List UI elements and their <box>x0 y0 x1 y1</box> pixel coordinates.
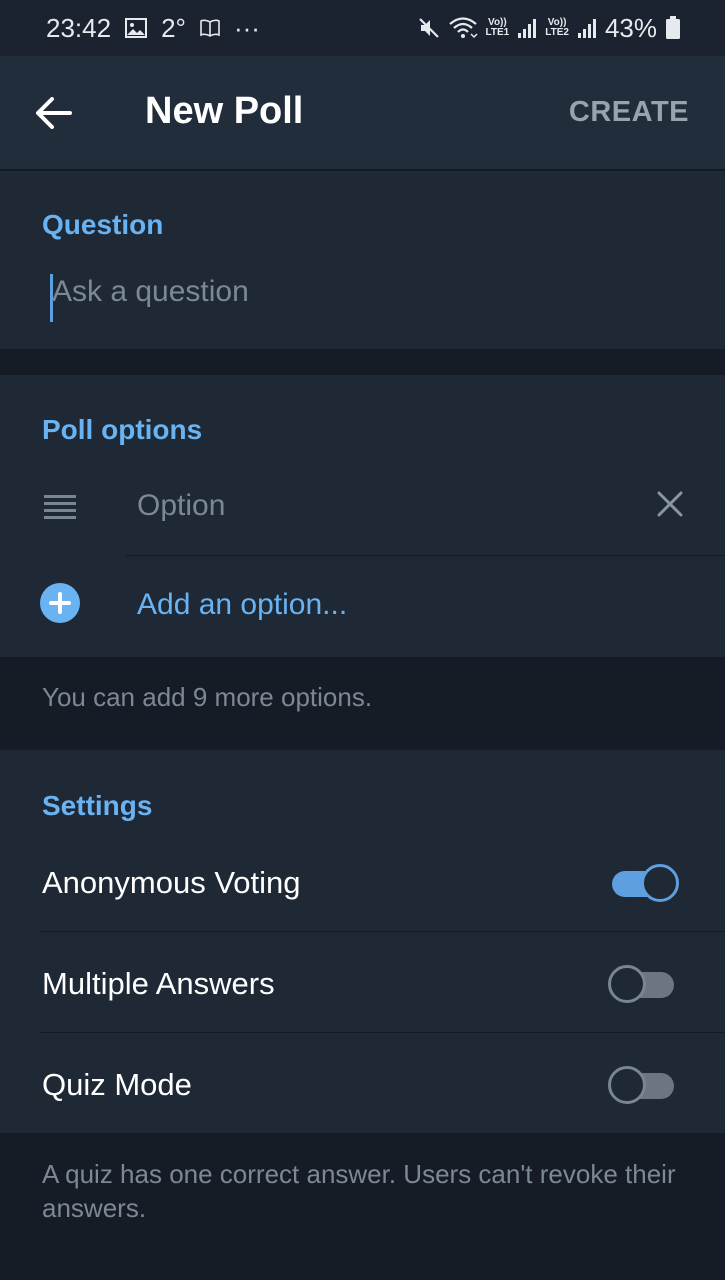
option-input[interactable]: Option <box>137 489 225 523</box>
add-option-button[interactable]: Add an option... <box>137 588 347 622</box>
page-title: New Poll <box>145 90 304 132</box>
more-indicator: ··· <box>233 12 260 43</box>
back-arrow-icon <box>36 97 72 129</box>
create-button[interactable]: CREATE <box>569 96 689 129</box>
settings-title: Settings <box>42 790 153 821</box>
close-icon <box>657 491 683 517</box>
network-1-bottom: LTE1 <box>485 27 510 38</box>
anonymous-voting-toggle[interactable] <box>608 864 679 902</box>
temperature: 2° <box>161 12 186 43</box>
book-icon <box>200 19 220 37</box>
back-button[interactable] <box>22 81 86 145</box>
status-right: Vo)) LTE1 Vo)) LTE2 43% <box>418 13 681 44</box>
drag-handle-icon[interactable] <box>44 495 76 519</box>
settings-section: Settings Anonymous Voting Multiple Answe… <box>0 750 725 1133</box>
poll-options-section: Poll options Option Add an option... <box>0 375 725 657</box>
battery-percent: 43% <box>604 12 657 43</box>
question-section: Question Ask a question <box>0 171 725 349</box>
options-remaining-hint: You can add 9 more options. <box>42 682 373 712</box>
setting-label: Multiple Answers <box>42 966 275 1001</box>
setting-row-multiple-answers[interactable]: Multiple Answers <box>0 933 725 1033</box>
quiz-mode-toggle[interactable] <box>608 1066 678 1104</box>
setting-divider <box>40 1032 725 1033</box>
question-input[interactable]: Ask a question <box>52 275 672 309</box>
signal-icon <box>517 17 537 39</box>
quiz-mode-hint: A quiz has one correct answer. Users can… <box>42 1159 676 1223</box>
battery-icon <box>665 16 681 40</box>
question-section-title: Question <box>42 209 164 240</box>
option-divider <box>126 555 725 556</box>
setting-row-quiz-mode[interactable]: Quiz Mode <box>0 1034 725 1134</box>
network-2-bottom: LTE2 <box>545 27 569 38</box>
multiple-answers-toggle[interactable] <box>608 965 678 1003</box>
poll-options-title: Poll options <box>42 414 203 445</box>
setting-row-anonymous-voting[interactable]: Anonymous Voting <box>0 832 725 932</box>
app-header: New Poll CREATE <box>0 56 725 170</box>
setting-label: Quiz Mode <box>42 1067 192 1102</box>
network-1-label: Vo)) LTE1 <box>486 18 510 38</box>
plus-circle-icon[interactable] <box>40 583 80 623</box>
setting-divider <box>40 931 725 932</box>
mute-icon <box>418 17 440 39</box>
gallery-icon <box>125 18 148 38</box>
remove-option-button[interactable] <box>652 486 688 522</box>
status-bar: 23:42 2° ··· Vo)) LTE1 Vo)) LTE2 43% <box>0 0 725 56</box>
signal-icon <box>577 17 597 39</box>
clock: 23:42 <box>46 12 112 43</box>
setting-label: Anonymous Voting <box>42 865 301 900</box>
status-left: 23:42 2° ··· <box>46 13 260 44</box>
wifi-icon <box>448 16 478 40</box>
network-2-label: Vo)) LTE2 <box>545 18 569 38</box>
